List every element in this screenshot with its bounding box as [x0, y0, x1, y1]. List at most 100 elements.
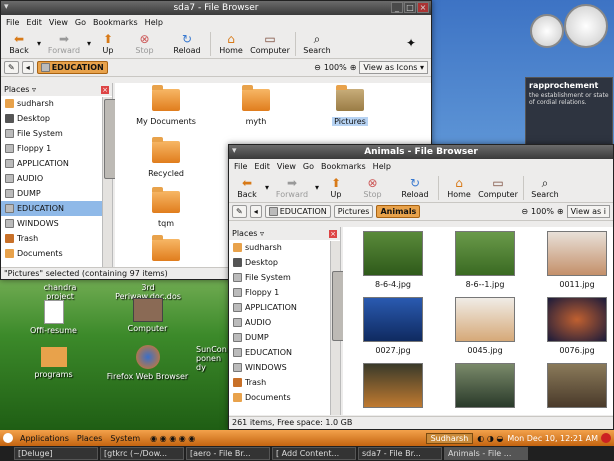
menu-help[interactable]: Help: [373, 162, 391, 171]
stop-button[interactable]: ⊗ Stop: [122, 30, 167, 58]
zoom-in-icon[interactable]: ⊕: [350, 63, 357, 72]
file-item-my-documents[interactable]: My Documents: [131, 85, 201, 126]
forward-button[interactable]: ➡ Forward: [272, 174, 312, 202]
sidebar-item-dump[interactable]: DUMP: [1, 186, 112, 201]
location-toggle-button[interactable]: ✎: [4, 61, 19, 74]
sidebar-item-audio[interactable]: AUDIO: [229, 315, 340, 330]
minimize-button[interactable]: _: [391, 2, 403, 13]
close-sidebar-icon[interactable]: ×: [329, 229, 337, 238]
sidebar-item-file-system[interactable]: File System: [229, 270, 340, 285]
sidebar-scrollbar[interactable]: [330, 241, 392, 415]
sidebar-item-education[interactable]: EDUCATION: [1, 201, 112, 216]
sidebar-item-desktop[interactable]: Desktop: [1, 111, 112, 126]
view-as-select[interactable]: View as i: [566, 205, 610, 218]
desktop-icon-offi-resume[interactable]: Offi-resume: [26, 300, 81, 335]
task-aero[interactable]: [aero - File Br...: [186, 447, 270, 460]
launcher-icons[interactable]: ◉ ◉ ◉ ◉ ◉: [150, 434, 195, 443]
clock[interactable]: Mon Dec 10, 12:21 AM: [507, 434, 598, 443]
computer-button[interactable]: ▭ Computer: [248, 30, 292, 58]
task-animals[interactable]: Animals - File ...: [444, 447, 528, 460]
stop-button[interactable]: ⊗ Stop: [350, 174, 395, 202]
sidebar-item-sudharsh[interactable]: sudharsh: [1, 96, 112, 111]
back-button[interactable]: ⬅ Back: [4, 30, 34, 58]
image-file-item[interactable]: 0011.jpg: [537, 231, 613, 289]
image-file-item[interactable]: 0045.jpg: [445, 297, 525, 355]
task-sda7[interactable]: sda7 - File Br...: [358, 447, 442, 460]
menu-edit[interactable]: Edit: [26, 18, 42, 27]
task-add-content[interactable]: [ Add Content...: [272, 447, 356, 460]
location-toggle-button[interactable]: ✎: [232, 205, 247, 218]
home-button[interactable]: ⌂ Home: [442, 174, 476, 202]
sidebar-scrollbar[interactable]: [102, 97, 164, 267]
computer-button[interactable]: ▭ Computer: [476, 174, 520, 202]
search-button[interactable]: ⌕ Search: [299, 30, 335, 58]
desktop-icon-chandra-project[interactable]: chandra project: [30, 283, 90, 301]
menu-bookmarks[interactable]: Bookmarks: [321, 162, 366, 171]
desktop-icon-programs[interactable]: programs: [26, 347, 81, 379]
sidebar-item-dump[interactable]: DUMP: [229, 330, 340, 345]
sidebar-item-application[interactable]: APPLICATION: [1, 156, 112, 171]
back-history-dropdown[interactable]: ▾: [34, 30, 44, 58]
sidebar-item-documents[interactable]: Documents: [229, 390, 340, 405]
sidebar-item-application[interactable]: APPLICATION: [229, 300, 340, 315]
menu-file[interactable]: File: [234, 162, 247, 171]
menu-go[interactable]: Go: [303, 162, 314, 171]
menu-view[interactable]: View: [277, 162, 296, 171]
sidebar-item-floppy[interactable]: Floppy 1: [229, 285, 340, 300]
desktop-icon-suncon[interactable]: SunCon ponen dy: [196, 345, 230, 372]
task-deluge[interactable]: [Deluge]: [14, 447, 98, 460]
image-file-item[interactable]: 8-6-4.jpg: [353, 231, 433, 289]
menu-view[interactable]: View: [49, 18, 68, 27]
power-icon[interactable]: [601, 433, 611, 443]
window-titlebar[interactable]: ▾ sda7 - File Browser _ □ ×: [1, 1, 431, 15]
menu-bookmarks[interactable]: Bookmarks: [93, 18, 138, 27]
search-button[interactable]: ⌕ Search: [527, 174, 563, 202]
sidebar-item-trash[interactable]: Trash: [1, 231, 112, 246]
file-item-pictures[interactable]: Pictures: [315, 85, 385, 126]
sidebar-item-trash[interactable]: Trash: [229, 375, 340, 390]
menu-go[interactable]: Go: [75, 18, 86, 27]
forward-history-dropdown[interactable]: ▾: [84, 30, 94, 58]
places-menu[interactable]: Places: [73, 434, 106, 443]
window-menu-icon[interactable]: ▾: [232, 146, 237, 156]
path-crumb-education[interactable]: EDUCATION: [36, 61, 108, 74]
zoom-out-icon[interactable]: ⊖: [521, 207, 528, 216]
path-left-arrow[interactable]: ◂: [21, 61, 34, 74]
tray-icons[interactable]: ◐ ◑ ◒: [477, 434, 503, 443]
file-item-myth[interactable]: myth: [221, 85, 291, 126]
file-item-partial[interactable]: [131, 235, 201, 261]
sidebar-item-windows[interactable]: WINDOWS: [229, 360, 340, 375]
applications-menu[interactable]: Applications: [16, 434, 73, 443]
system-menu[interactable]: System: [106, 434, 144, 443]
up-button[interactable]: ⬆ Up: [94, 30, 122, 58]
desktop-icon-firefox[interactable]: Firefox Web Browser: [105, 345, 190, 381]
path-crumb-education[interactable]: EDUCATION: [264, 205, 331, 218]
path-crumb-animals[interactable]: Animals: [376, 205, 421, 218]
forward-button[interactable]: ➡ Forward: [44, 30, 84, 58]
reload-button[interactable]: ↻ Reload: [167, 30, 207, 58]
places-dropdown[interactable]: Places ▿: [4, 85, 36, 94]
path-crumb-pictures[interactable]: Pictures: [333, 205, 374, 218]
menu-file[interactable]: File: [6, 18, 19, 27]
file-item-tqm[interactable]: tqm: [131, 187, 201, 228]
view-as-select[interactable]: View as Icons ▾: [359, 61, 428, 74]
places-dropdown[interactable]: Places ▿: [232, 229, 264, 238]
image-file-item[interactable]: 8-6--1.jpg: [445, 231, 525, 289]
menu-edit[interactable]: Edit: [254, 162, 270, 171]
sidebar-item-documents[interactable]: Documents: [1, 246, 112, 261]
image-file-item[interactable]: 0076.jpg: [537, 297, 613, 355]
image-file-item[interactable]: [537, 363, 613, 412]
up-button[interactable]: ⬆ Up: [322, 174, 350, 202]
zoom-out-icon[interactable]: ⊖: [314, 63, 321, 72]
zoom-in-icon[interactable]: ⊕: [557, 207, 564, 216]
sidebar-item-sudharsh[interactable]: sudharsh: [229, 240, 340, 255]
image-file-item[interactable]: 0027.jpg: [353, 297, 433, 355]
sidebar-item-audio[interactable]: AUDIO: [1, 171, 112, 186]
menu-help[interactable]: Help: [145, 18, 163, 27]
sidebar-item-floppy[interactable]: Floppy 1: [1, 141, 112, 156]
close-button[interactable]: ×: [417, 2, 429, 13]
maximize-button[interactable]: □: [404, 2, 416, 13]
image-file-item[interactable]: [353, 363, 433, 412]
back-button[interactable]: ⬅ Back: [232, 174, 262, 202]
window-titlebar[interactable]: ▾ Animals - File Browser: [229, 145, 613, 159]
